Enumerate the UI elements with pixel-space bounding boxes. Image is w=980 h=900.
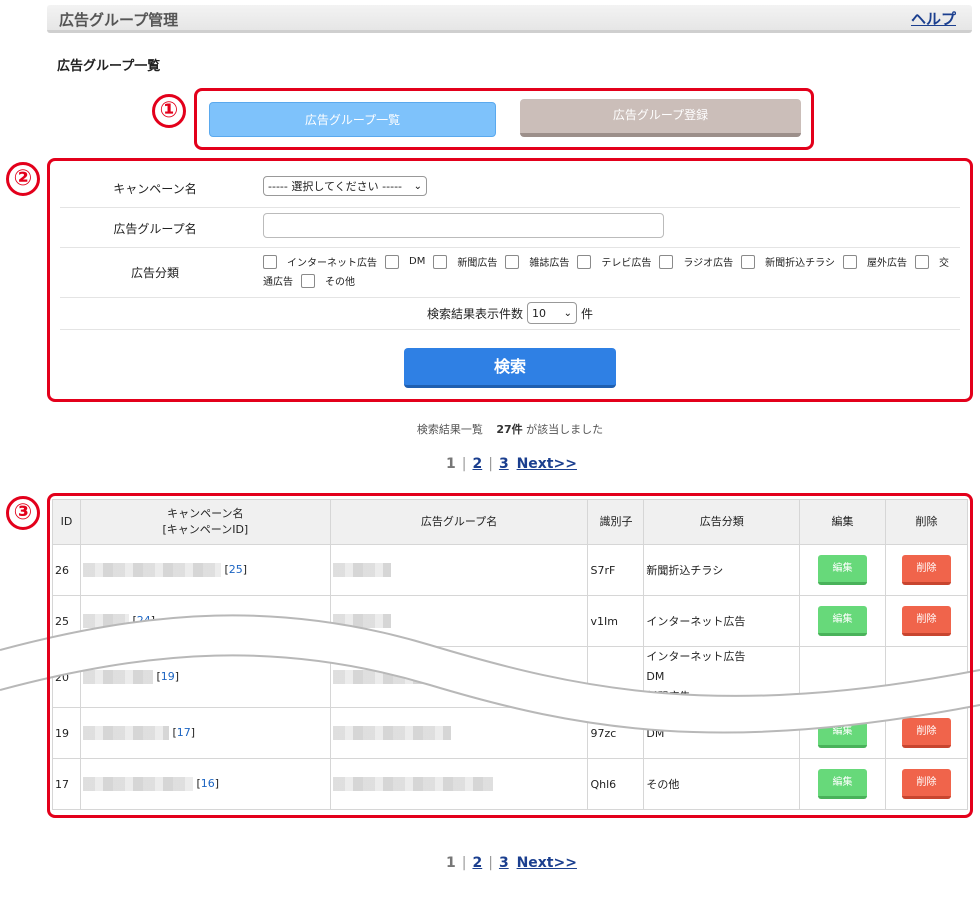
pagination-bottom: 1 | 2 | 3 Next>> (446, 855, 577, 871)
category-checkbox[interactable] (914, 254, 929, 269)
chevron-down-icon: ⌄ (563, 307, 572, 319)
per-page-label: 検索結果表示件数 (426, 306, 523, 321)
result-prefix: 検索結果一覧 (416, 423, 483, 436)
tab-adgroup-list[interactable]: 広告グループ一覧 (209, 102, 496, 137)
category-item: ラジオ広告 (683, 258, 734, 269)
category-item: 新聞広告 (457, 258, 498, 269)
category-checkboxes: インターネット広告 DM 新聞広告 雑誌広告 テレビ広告 ラジオ広告 新聞折込チ… (263, 254, 963, 288)
category-checkbox[interactable] (433, 254, 448, 269)
callout-3: ③ (6, 496, 40, 530)
category-item: テレビ広告 (601, 258, 652, 269)
pagination-top: 1 | 2 | 3 Next>> (446, 456, 577, 472)
per-page-select[interactable]: 10 ⌄ (527, 302, 577, 324)
category-label: 広告分類 (130, 266, 179, 280)
campaign-select[interactable]: ----- 選択してください ----- ⌄ (263, 176, 427, 196)
page-current: 1 (446, 855, 456, 871)
campaign-label: キャンペーン名 (113, 182, 197, 196)
category-item-start: 交 (938, 258, 949, 269)
category-checkbox[interactable] (263, 254, 277, 269)
page-title: 広告グループ管理 (59, 11, 179, 29)
adgroup-label: 広告グループ名 (113, 222, 197, 236)
per-page-value: 10 (532, 306, 546, 320)
page-link-3[interactable]: 3 (499, 855, 509, 871)
divider (60, 207, 960, 208)
callout-box-3 (47, 493, 973, 818)
per-page-unit: 件 (581, 306, 594, 321)
result-suffix: が該当しました (526, 423, 604, 436)
next-page-link[interactable]: Next>> (517, 855, 577, 871)
help-link[interactable]: ヘルプ (911, 8, 956, 29)
result-summary: 検索結果一覧 27件 が該当しました (0, 421, 980, 437)
divider (60, 247, 960, 248)
page-link-2[interactable]: 2 (472, 456, 482, 472)
category-item: インターネット広告 (287, 258, 377, 269)
next-page-link[interactable]: Next>> (517, 456, 577, 472)
category-checkbox[interactable] (301, 273, 315, 288)
tab-adgroup-register[interactable]: 広告グループ登録 (520, 99, 801, 137)
divider (60, 329, 960, 330)
per-page-row: 検索結果表示件数 10 ⌄ 件 (0, 302, 980, 324)
category-item-end: 通広告 (263, 277, 293, 288)
category-item: 屋外広告 (866, 258, 907, 269)
category-checkbox[interactable] (385, 254, 399, 269)
category-item: その他 (325, 277, 355, 288)
category-item: 新聞折込チラシ (765, 258, 835, 269)
category-checkbox[interactable] (577, 254, 592, 269)
page-link-2[interactable]: 2 (472, 855, 482, 871)
category-item: DM (409, 256, 426, 267)
callout-2: ② (6, 162, 40, 196)
section-title: 広告グループ一覧 (57, 59, 161, 74)
adgroup-name-input[interactable] (263, 213, 664, 238)
callout-1: ① (152, 94, 186, 128)
category-checkbox[interactable] (659, 254, 674, 269)
search-button[interactable]: 検索 (404, 348, 616, 388)
campaign-select-value: ----- 選択してください ----- (268, 180, 403, 193)
page-link-3[interactable]: 3 (499, 456, 509, 472)
result-count: 27件 (496, 423, 523, 436)
page-current: 1 (446, 456, 456, 472)
divider (60, 297, 960, 298)
chevron-down-icon: ⌄ (413, 180, 422, 192)
category-item: 雑誌広告 (529, 258, 570, 269)
category-checkbox[interactable] (741, 254, 756, 269)
category-checkbox[interactable] (505, 254, 520, 269)
page-header: 広告グループ管理 ヘルプ (47, 5, 972, 33)
category-checkbox[interactable] (842, 254, 857, 269)
